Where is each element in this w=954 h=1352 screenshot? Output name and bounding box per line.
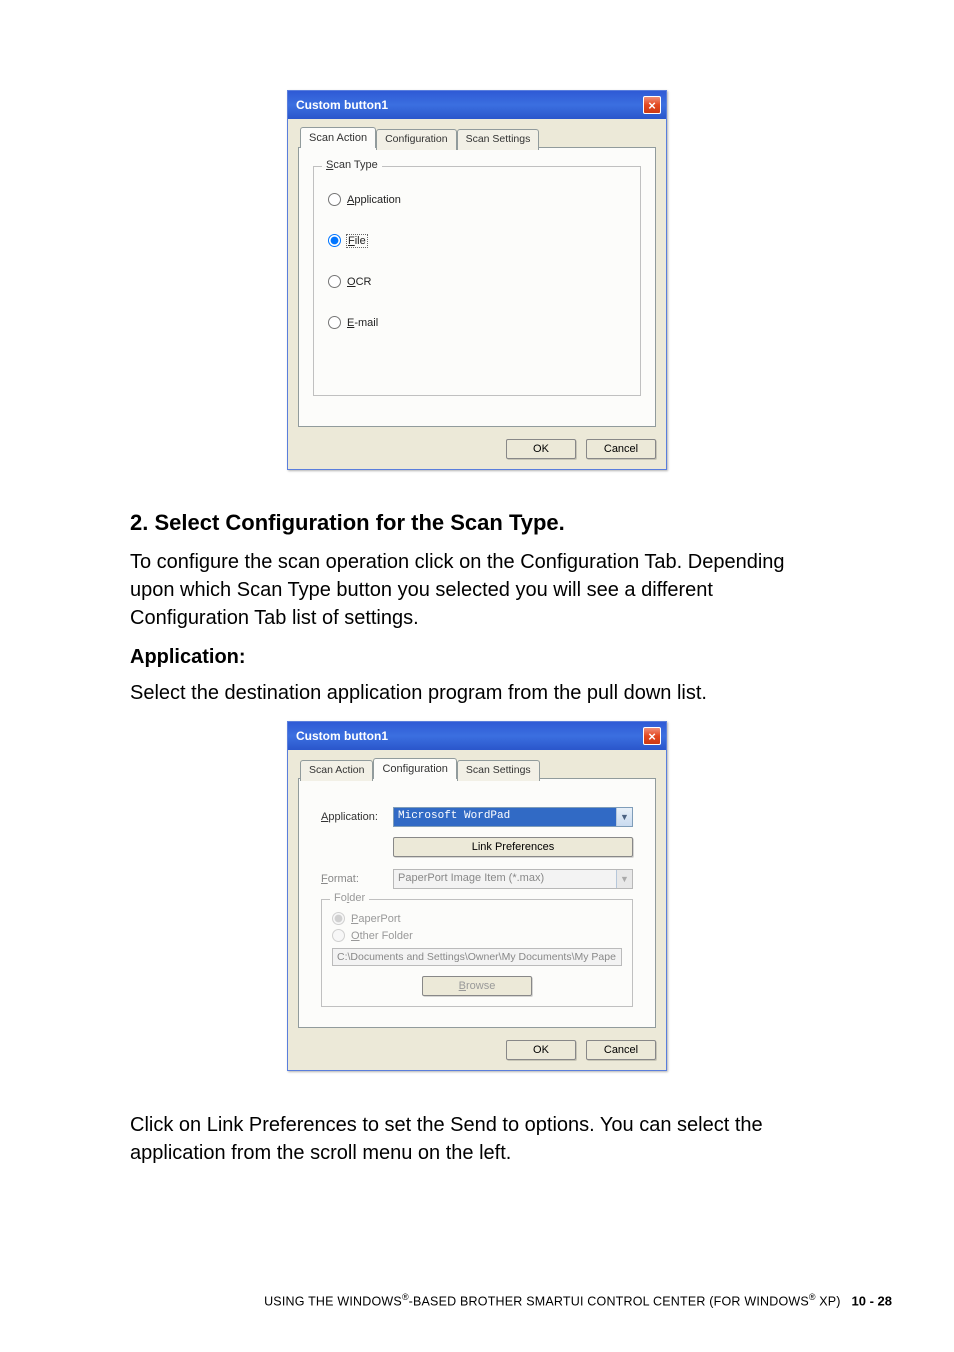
chevron-down-icon: ▼ [616, 808, 632, 826]
dialog-title: Custom button1 [296, 729, 388, 743]
close-button[interactable]: × [643, 727, 661, 745]
close-button[interactable]: × [643, 96, 661, 114]
tab-strip: Scan Action Configuration Scan Settings [300, 758, 656, 779]
section-para-1: To configure the scan operation click on… [130, 548, 824, 632]
folder-legend: Folder [330, 892, 369, 904]
groupbox-legend: Scan Type [322, 159, 382, 171]
tab-panel-configuration: Application: Microsoft WordPad ▼ Link Pr… [298, 778, 656, 1028]
application-dropdown-value: Microsoft WordPad [394, 808, 616, 826]
close-icon: × [648, 99, 656, 112]
dialog-title: Custom button1 [296, 98, 388, 112]
chevron-down-icon: ▼ [616, 870, 632, 888]
format-dropdown-value: PaperPort Image Item (*.max) [394, 870, 616, 888]
radio-ocr-label: OCR [347, 276, 371, 288]
dialog-scan-action: Custom button1 × Scan Action Configurati… [287, 90, 667, 470]
close-icon: × [648, 730, 656, 743]
tab-scan-settings[interactable]: Scan Settings [457, 129, 540, 150]
radio-paperport: PaperPort [332, 912, 622, 925]
browse-button: Browse [422, 976, 532, 996]
radio-other-folder-label: Other Folder [351, 930, 413, 942]
radio-application-input[interactable] [328, 193, 341, 206]
format-field-label: Format: [321, 873, 393, 885]
tab-panel-scan-action: Scan Type Application File OCR [298, 147, 656, 427]
dialog-configuration: Custom button1 × Scan Action Configurati… [287, 721, 667, 1071]
format-row: Format: PaperPort Image Item (*.max) ▼ [321, 869, 633, 889]
footer-reg2: ® [809, 1292, 816, 1302]
radio-ocr[interactable]: OCR [328, 275, 626, 288]
titlebar: Custom button1 × [288, 722, 666, 750]
titlebar: Custom button1 × [288, 91, 666, 119]
tab-scan-action[interactable]: Scan Action [300, 127, 376, 148]
groupbox-scan-type: Scan Type Application File OCR [313, 166, 641, 396]
section-heading: 2. Select Configuration for the Scan Typ… [130, 510, 824, 536]
application-dropdown[interactable]: Microsoft WordPad ▼ [393, 807, 633, 827]
format-dropdown: PaperPort Image Item (*.max) ▼ [393, 869, 633, 889]
application-row: Application: Microsoft WordPad ▼ [321, 807, 633, 827]
page-footer: USING THE WINDOWS®-BASED BROTHER SMARTUI… [264, 1292, 892, 1308]
footer-text-pre: USING THE WINDOWS [264, 1294, 402, 1308]
radio-email-input[interactable] [328, 316, 341, 329]
radio-other-folder-input [332, 929, 345, 942]
cancel-button[interactable]: Cancel [586, 1040, 656, 1060]
dialog-buttons: OK Cancel [298, 427, 656, 459]
folder-path-input: C:\Documents and Settings\Owner\My Docum… [332, 948, 622, 966]
ok-button[interactable]: OK [506, 439, 576, 459]
dialog-buttons: OK Cancel [298, 1028, 656, 1060]
after-para: Click on Link Preferences to set the Sen… [130, 1111, 824, 1167]
tab-scan-settings[interactable]: Scan Settings [457, 760, 540, 781]
radio-email-label: E-mail [347, 317, 378, 329]
footer-page: 10 - 28 [852, 1293, 892, 1308]
radio-ocr-input[interactable] [328, 275, 341, 288]
radio-application[interactable]: Application [328, 193, 626, 206]
radio-file-input[interactable] [328, 234, 341, 247]
application-field-label: Application: [321, 811, 393, 823]
section-para-2: Select the destination application progr… [130, 679, 824, 707]
tab-configuration[interactable]: Configuration [373, 758, 456, 779]
radio-email[interactable]: E-mail [328, 316, 626, 329]
tab-scan-action[interactable]: Scan Action [300, 760, 373, 781]
footer-text-post: XP) [816, 1294, 841, 1308]
footer-text-mid: -BASED BROTHER SMARTUI CONTROL CENTER (F… [409, 1294, 809, 1308]
cancel-button[interactable]: Cancel [586, 439, 656, 459]
footer-reg: ® [402, 1292, 409, 1302]
radio-other-folder: Other Folder [332, 929, 622, 942]
application-label: Application: [130, 646, 824, 669]
radio-paperport-label: PaperPort [351, 913, 401, 925]
radio-file-label: File [347, 235, 367, 247]
dialog-body: Scan Action Configuration Scan Settings … [288, 119, 666, 469]
radio-paperport-input [332, 912, 345, 925]
link-preferences-button[interactable]: Link Preferences [393, 837, 633, 857]
dialog-body: Scan Action Configuration Scan Settings … [288, 750, 666, 1070]
ok-button[interactable]: OK [506, 1040, 576, 1060]
radio-application-label: Application [347, 194, 401, 206]
tab-strip: Scan Action Configuration Scan Settings [300, 127, 656, 148]
tab-configuration[interactable]: Configuration [376, 129, 456, 150]
radio-file[interactable]: File [328, 234, 626, 247]
groupbox-folder: Folder PaperPort Other Folder C:\Documen… [321, 899, 633, 1007]
